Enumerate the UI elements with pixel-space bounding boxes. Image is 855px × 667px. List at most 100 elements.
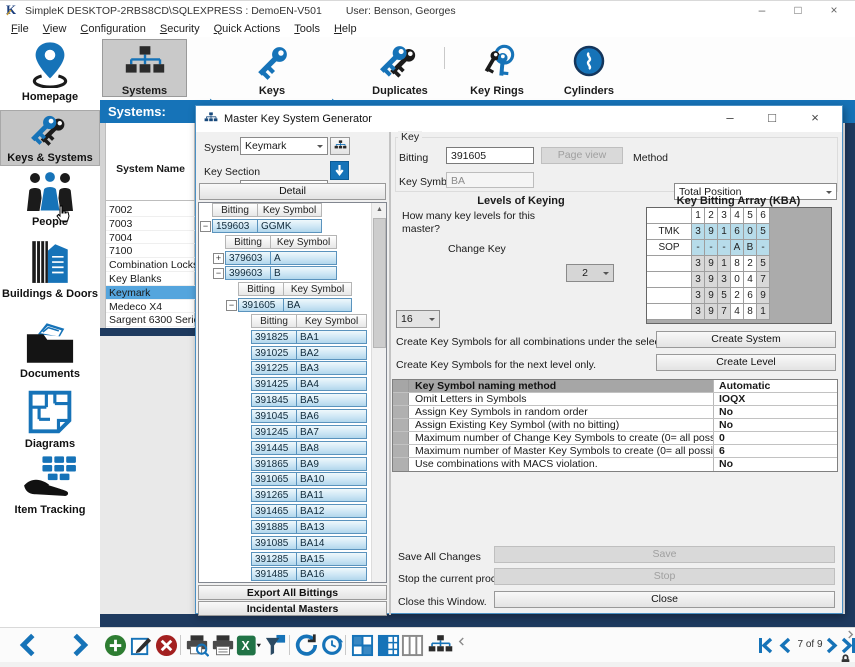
tree-scrollbar[interactable]: ▲ [371, 203, 386, 582]
settings-row[interactable]: Use combinations with MACS violation.No [393, 458, 837, 471]
menu-quick-actions[interactable]: Quick Actions [207, 23, 288, 35]
create-system-button[interactable]: Create System [656, 331, 836, 348]
kba-cell[interactable]: - [705, 240, 718, 256]
kba-cell[interactable]: - [757, 240, 770, 256]
refresh-button[interactable] [293, 632, 318, 658]
tree-node-row[interactable]: 391845BA5 [199, 393, 372, 409]
menu-view[interactable]: View [36, 23, 74, 35]
kba-cell[interactable]: 9 [705, 304, 718, 320]
columns-view-button[interactable] [400, 632, 425, 658]
settings-row-value[interactable]: No [713, 406, 837, 418]
kba-cell[interactable]: A [731, 240, 744, 256]
tree-expander[interactable]: + [213, 253, 224, 264]
kba-cell[interactable]: 9 [705, 288, 718, 304]
tree-node-row[interactable]: 391285BA15 [199, 552, 372, 568]
toolbar-overflow-right-icon[interactable] [847, 630, 854, 642]
kba-cell[interactable]: 1 [757, 304, 770, 320]
settings-row[interactable]: Maximum number of Change Key Symbols to … [393, 432, 837, 445]
delete-button[interactable] [154, 632, 179, 658]
settings-row[interactable]: Assign Key Symbols in random orderNo [393, 406, 837, 419]
change-key-count-combobox[interactable]: 16 [396, 310, 440, 328]
print-preview-button[interactable] [184, 632, 209, 658]
nav-tile-key-rings[interactable]: Key Rings [454, 39, 540, 97]
tree-node-row[interactable]: 391265BA11 [199, 488, 372, 504]
system-row[interactable]: 7004 [106, 231, 195, 245]
system-row[interactable]: 7002 [106, 203, 195, 217]
history-forward-button[interactable] [66, 632, 94, 658]
excel-export-button[interactable]: X [236, 632, 261, 658]
tree-node-row[interactable]: −399603B [199, 266, 372, 282]
settings-row-value[interactable]: Automatic [713, 380, 837, 392]
tree-node-row[interactable]: 391445BA8 [199, 441, 372, 457]
dialog-close-button[interactable]: × [800, 109, 830, 129]
kba-cell[interactable]: 3 [692, 224, 705, 240]
menu-tools[interactable]: Tools [287, 23, 327, 35]
menu-security[interactable]: Security [153, 23, 207, 35]
dialog-minimize-button[interactable]: – [714, 109, 746, 129]
key-section-go-button[interactable] [330, 161, 349, 180]
kba-cell[interactable]: 3 [718, 272, 731, 288]
sidebar-item-keys-systems[interactable]: Keys & Systems [0, 110, 100, 166]
system-row[interactable]: Combination Locks [106, 258, 195, 272]
kba-cell[interactable]: 4 [744, 272, 757, 288]
system-row[interactable]: Keymark [106, 286, 195, 300]
toolbar-overflow-left-icon[interactable] [455, 628, 467, 654]
system-tree-button[interactable] [330, 137, 350, 155]
tree-node-row[interactable]: +379603A [199, 251, 372, 267]
nav-tile-keys[interactable]: Keys [232, 39, 312, 97]
kba-cell[interactable]: - [692, 240, 705, 256]
history-back-button[interactable] [14, 632, 42, 658]
sidebar-item-item-tracking[interactable]: Item Tracking [0, 455, 100, 519]
auto-refresh-button[interactable] [319, 632, 344, 658]
system-row[interactable]: Medeco X4 [106, 300, 195, 314]
close-button[interactable]: Close [494, 591, 835, 608]
tree-node-row[interactable]: 391425BA4 [199, 377, 372, 393]
tree-node-row[interactable]: 391865BA9 [199, 457, 372, 473]
nav-tile-cylinders[interactable]: Cylinders [546, 39, 632, 97]
settings-row-value[interactable]: 0 [713, 432, 837, 444]
sidebar-item-documents[interactable]: Documents [0, 321, 100, 385]
kba-cell[interactable]: 1 [718, 224, 731, 240]
settings-row-value[interactable]: IOQX [713, 393, 837, 405]
sidebar-item-homepage[interactable]: Homepage [0, 40, 100, 102]
tree-node-row[interactable]: −159603GGMK [199, 219, 372, 235]
kba-cell[interactable]: 9 [705, 224, 718, 240]
print-button[interactable] [210, 632, 235, 658]
nav-tile-duplicates[interactable]: Duplicates [352, 39, 448, 97]
kba-cell[interactable]: 1 [718, 256, 731, 272]
settings-row-value[interactable]: No [713, 419, 837, 431]
menu-file[interactable]: File [4, 23, 36, 35]
window-close-button[interactable]: × [817, 1, 851, 21]
tree-view-button[interactable] [428, 632, 453, 658]
tree-node-row[interactable]: 391065BA10 [199, 472, 372, 488]
split-view-button[interactable] [376, 632, 401, 658]
settings-row[interactable]: Key Symbol naming methodAutomatic [393, 380, 837, 393]
kba-cell[interactable]: 0 [731, 272, 744, 288]
kba-cell[interactable]: B [744, 240, 757, 256]
scroll-up-arrow[interactable]: ▲ [372, 203, 387, 217]
pager-prev-button[interactable] [776, 632, 792, 658]
export-all-bittings-button[interactable]: Export All Bittings [198, 585, 387, 600]
tree-node-row[interactable]: 391085BA14 [199, 536, 372, 552]
kba-cell[interactable]: 3 [692, 272, 705, 288]
kba-cell[interactable]: 8 [744, 304, 757, 320]
dialog-maximize-button[interactable]: □ [756, 109, 788, 129]
nav-tile-systems[interactable]: Systems [102, 39, 187, 97]
menu-help[interactable]: Help [327, 23, 364, 35]
levels-count-combobox[interactable]: 2 [566, 264, 614, 282]
window-minimize-button[interactable]: – [745, 1, 779, 21]
settings-row[interactable]: Omit Letters in SymbolsIOQX [393, 393, 837, 406]
tree-node-row[interactable]: 391485BA16 [199, 567, 372, 583]
settings-row-value[interactable]: 6 [713, 445, 837, 457]
kba-cell[interactable]: - [718, 240, 731, 256]
settings-row[interactable]: Assign Existing Key Symbol (with no bitt… [393, 419, 837, 432]
grid-view-button[interactable] [350, 632, 375, 658]
sidebar-item-people[interactable]: People [0, 171, 100, 233]
kba-cell[interactable]: 3 [692, 304, 705, 320]
kba-cell[interactable]: 0 [744, 224, 757, 240]
pager-first-button[interactable] [756, 632, 774, 658]
kba-cell[interactable]: 9 [705, 272, 718, 288]
tree-node-row[interactable]: 391885BA13 [199, 520, 372, 536]
menu-configuration[interactable]: Configuration [73, 23, 152, 35]
filter-button[interactable] [263, 632, 288, 658]
